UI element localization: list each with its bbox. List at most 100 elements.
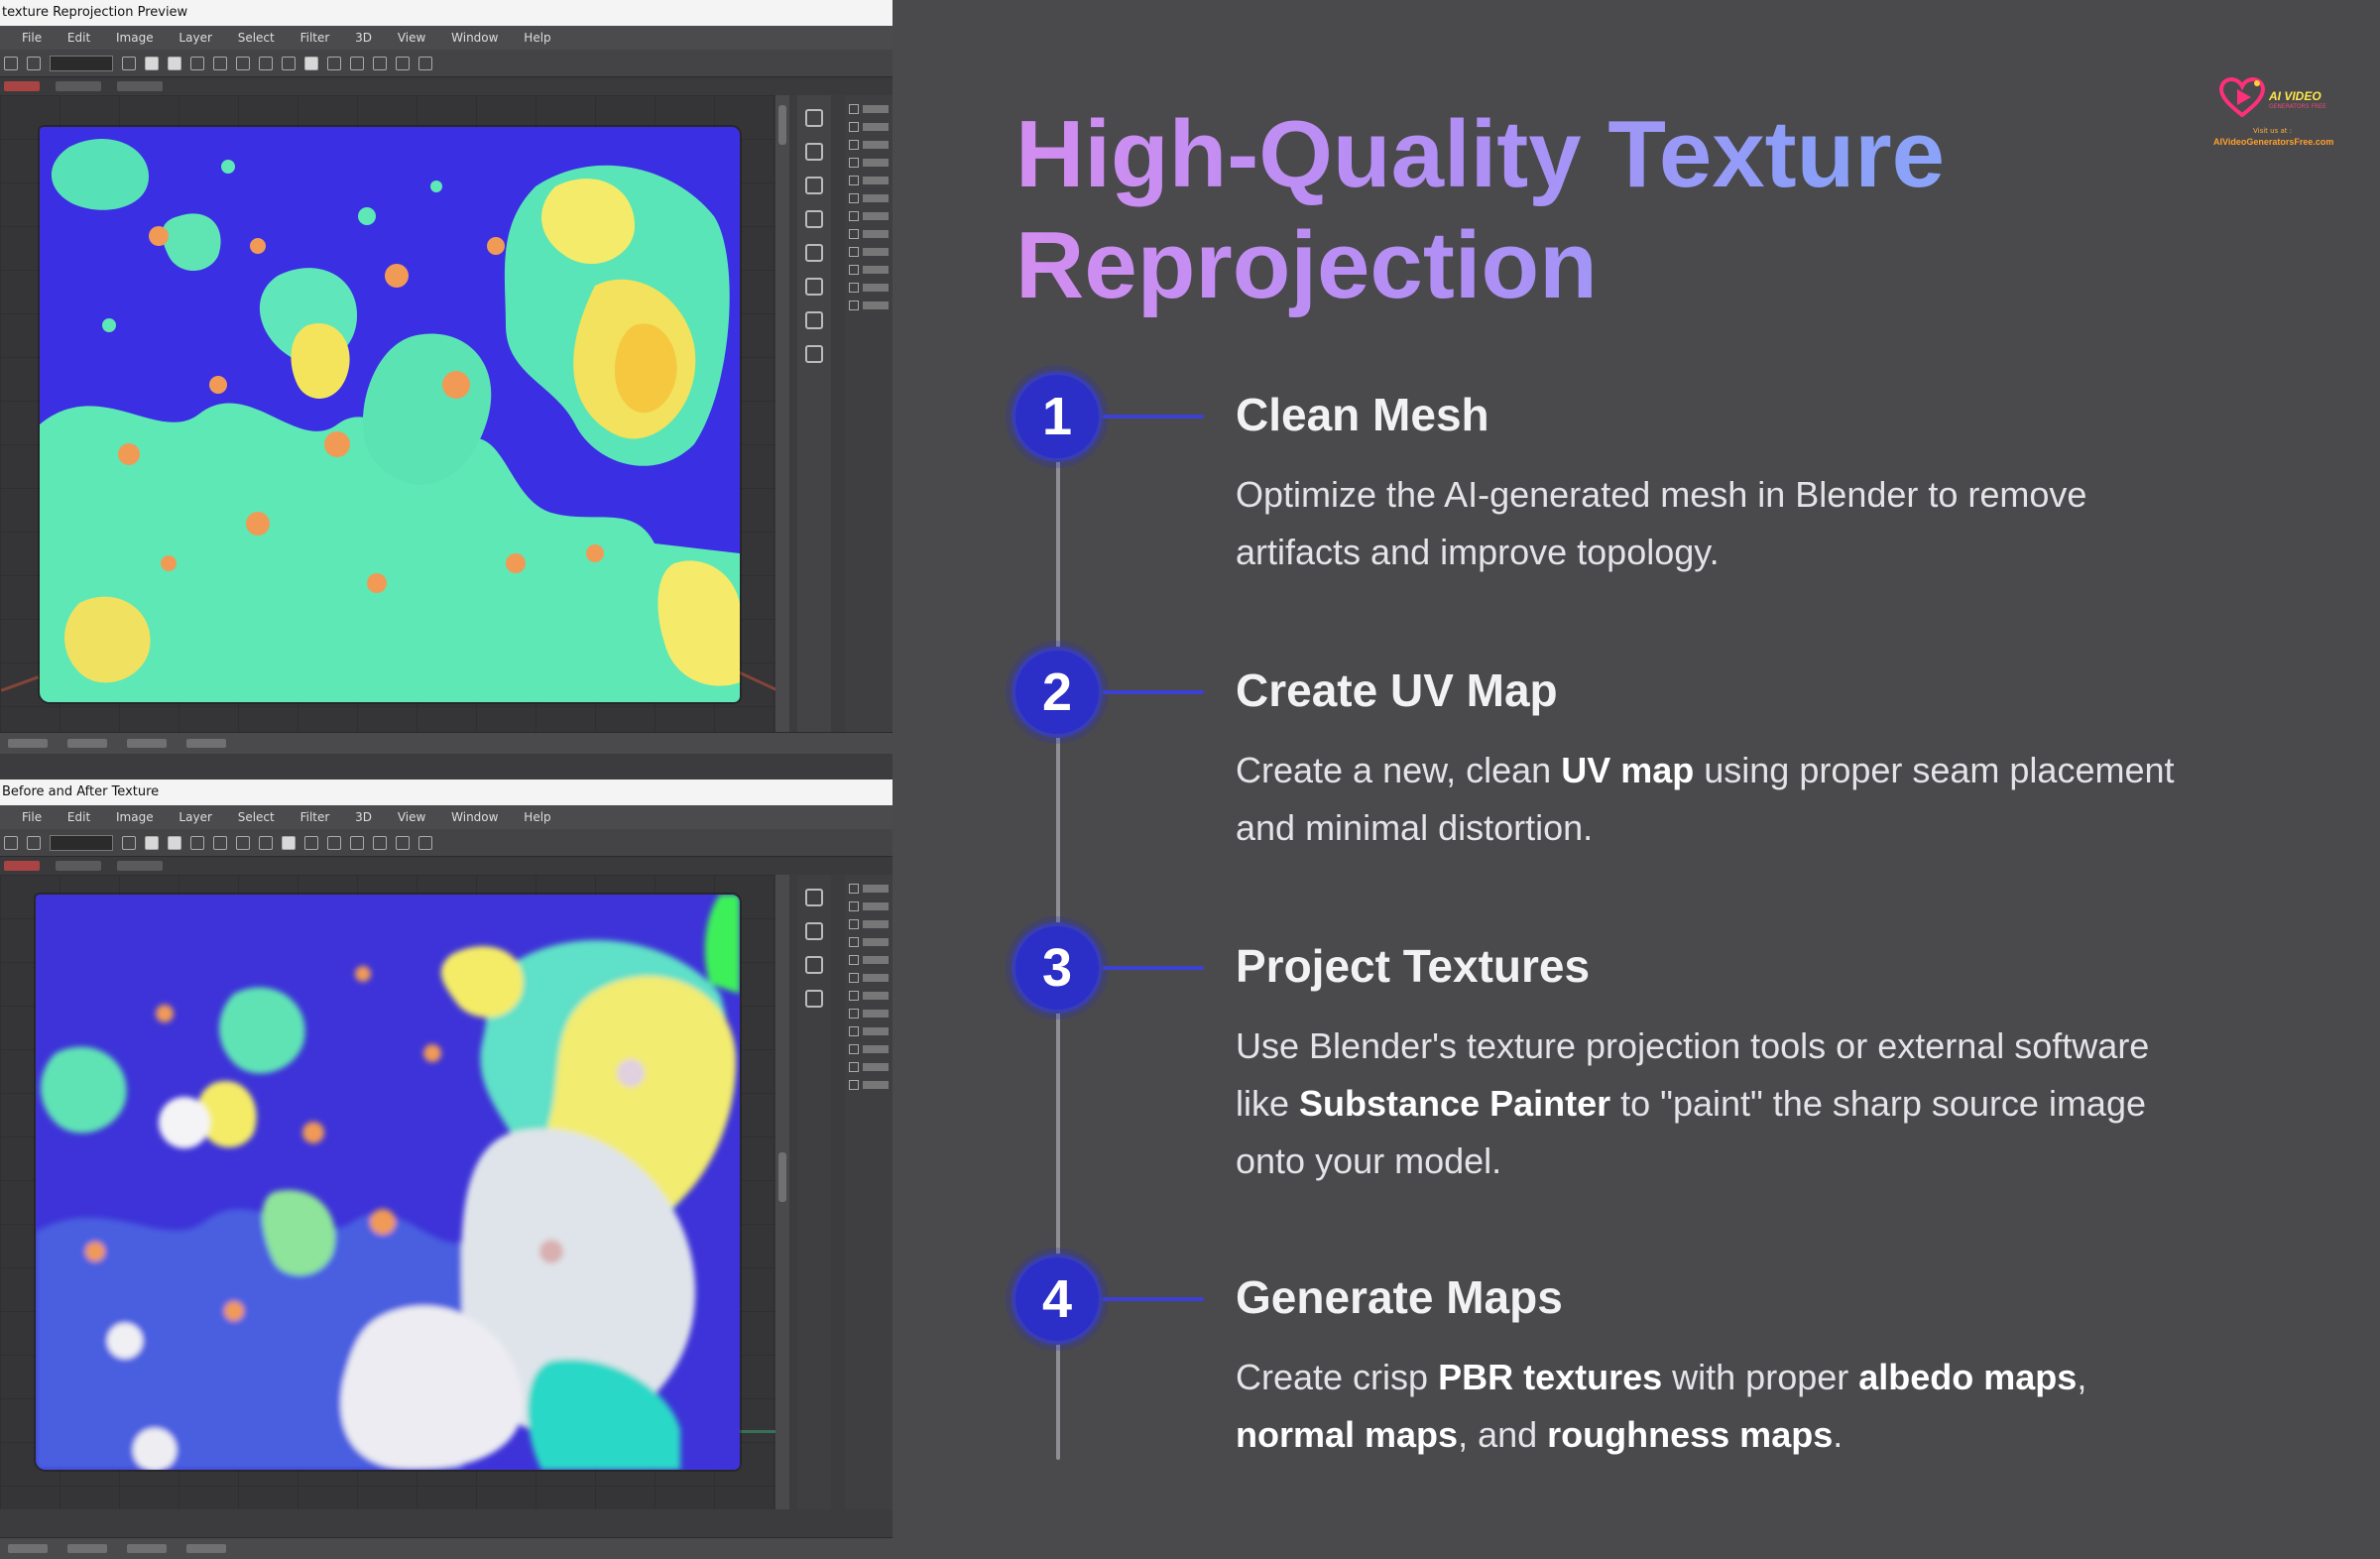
tool-icon[interactable]: [350, 56, 364, 70]
tool-icon[interactable]: [418, 56, 432, 70]
menu-item[interactable]: Help: [524, 31, 550, 45]
menu-item[interactable]: File: [22, 810, 42, 824]
options-chip[interactable]: [117, 861, 163, 871]
tool-icon[interactable]: [805, 244, 823, 262]
layer-row[interactable]: [849, 246, 889, 258]
tool-icon[interactable]: [168, 835, 181, 850]
layer-row[interactable]: [849, 1008, 889, 1019]
tool-icon[interactable]: [418, 835, 432, 850]
logo-url[interactable]: AIVideoGeneratorsFree.com: [2213, 137, 2333, 147]
options-chip[interactable]: [4, 861, 40, 871]
tool-icon[interactable]: [122, 835, 136, 850]
tool-icon[interactable]: [213, 56, 227, 70]
tool-icon[interactable]: [396, 56, 410, 70]
tool-icon[interactable]: [327, 835, 341, 850]
options-chip[interactable]: [117, 81, 163, 91]
menu-item[interactable]: Window: [451, 31, 498, 45]
tool-icon[interactable]: [282, 835, 296, 850]
tool-icon[interactable]: [27, 835, 41, 850]
layer-row[interactable]: [849, 210, 889, 222]
options-chip[interactable]: [4, 81, 40, 91]
layer-row[interactable]: [849, 282, 889, 294]
options-chip[interactable]: [56, 81, 101, 91]
layer-row[interactable]: [849, 954, 889, 966]
vertical-scrollbar[interactable]: [775, 95, 789, 732]
layer-row[interactable]: [849, 175, 889, 186]
tool-icon[interactable]: [259, 56, 273, 70]
scroll-thumb[interactable]: [778, 1152, 786, 1202]
tool-icon[interactable]: [304, 835, 318, 850]
tool-icon[interactable]: [805, 311, 823, 329]
tool-icon[interactable]: [190, 56, 204, 70]
layer-row[interactable]: [849, 883, 889, 895]
tool-icon[interactable]: [122, 56, 136, 70]
layer-row[interactable]: [849, 1043, 889, 1055]
layer-row[interactable]: [849, 139, 889, 151]
tool-icon[interactable]: [350, 835, 364, 850]
tool-icon[interactable]: [327, 56, 341, 70]
layer-row[interactable]: [849, 900, 889, 912]
layer-row[interactable]: [849, 1061, 889, 1073]
layer-row[interactable]: [849, 157, 889, 169]
menu-item[interactable]: Layer: [178, 810, 211, 824]
menu-item[interactable]: Image: [116, 31, 154, 45]
layer-row[interactable]: [849, 1025, 889, 1037]
tool-icon[interactable]: [805, 922, 823, 940]
layer-row[interactable]: [849, 300, 889, 311]
tool-icon[interactable]: [805, 143, 823, 161]
menu-item[interactable]: Filter: [300, 810, 330, 824]
viewport-canvas[interactable]: [0, 95, 789, 732]
tool-icon[interactable]: [373, 835, 387, 850]
size-field[interactable]: [50, 834, 113, 851]
tool-icon[interactable]: [213, 835, 227, 850]
brand-logo[interactable]: AI VIDEO GENERATORS FREE Visit us at : A…: [2213, 73, 2352, 153]
layer-row[interactable]: [849, 972, 889, 984]
menu-item[interactable]: Window: [451, 810, 498, 824]
menu-item[interactable]: 3D: [355, 31, 372, 45]
tool-icon[interactable]: [805, 990, 823, 1008]
tool-icon[interactable]: [396, 835, 410, 850]
menu-item[interactable]: Image: [116, 810, 154, 824]
tool-icon[interactable]: [27, 56, 41, 70]
tool-icon[interactable]: [805, 109, 823, 127]
layer-row[interactable]: [849, 103, 889, 115]
tool-icon[interactable]: [805, 956, 823, 974]
layer-row[interactable]: [849, 121, 889, 133]
tool-icon[interactable]: [282, 56, 296, 70]
tool-icon[interactable]: [145, 56, 159, 70]
tool-icon[interactable]: [805, 278, 823, 296]
tool-icon[interactable]: [805, 889, 823, 906]
vertical-scrollbar[interactable]: [775, 875, 789, 1509]
tool-icon[interactable]: [4, 835, 18, 850]
layer-row[interactable]: [849, 192, 889, 204]
menu-item[interactable]: Select: [238, 31, 275, 45]
menu-item[interactable]: View: [398, 810, 425, 824]
menu-item[interactable]: Layer: [178, 31, 211, 45]
tool-icon[interactable]: [4, 56, 18, 70]
tool-icon[interactable]: [805, 210, 823, 228]
tool-icon[interactable]: [168, 56, 181, 70]
tool-icon[interactable]: [805, 177, 823, 194]
tool-icon[interactable]: [373, 56, 387, 70]
menu-item[interactable]: Edit: [67, 31, 90, 45]
menu-item[interactable]: Help: [524, 810, 550, 824]
menu-item[interactable]: File: [22, 31, 42, 45]
tool-icon[interactable]: [236, 835, 250, 850]
layer-row[interactable]: [849, 228, 889, 240]
tool-icon[interactable]: [236, 56, 250, 70]
viewport-canvas[interactable]: [0, 875, 789, 1509]
tool-icon[interactable]: [190, 835, 204, 850]
scroll-thumb[interactable]: [778, 105, 786, 145]
menu-item[interactable]: Select: [238, 810, 275, 824]
tool-icon[interactable]: [145, 835, 159, 850]
layer-row[interactable]: [849, 918, 889, 930]
options-chip[interactable]: [56, 861, 101, 871]
menu-item[interactable]: 3D: [355, 810, 372, 824]
menu-item[interactable]: View: [398, 31, 425, 45]
tool-icon[interactable]: [304, 56, 318, 70]
tool-icon[interactable]: [259, 835, 273, 850]
layer-row[interactable]: [849, 264, 889, 276]
menu-item[interactable]: Edit: [67, 810, 90, 824]
layer-row[interactable]: [849, 990, 889, 1002]
layer-row[interactable]: [849, 936, 889, 948]
